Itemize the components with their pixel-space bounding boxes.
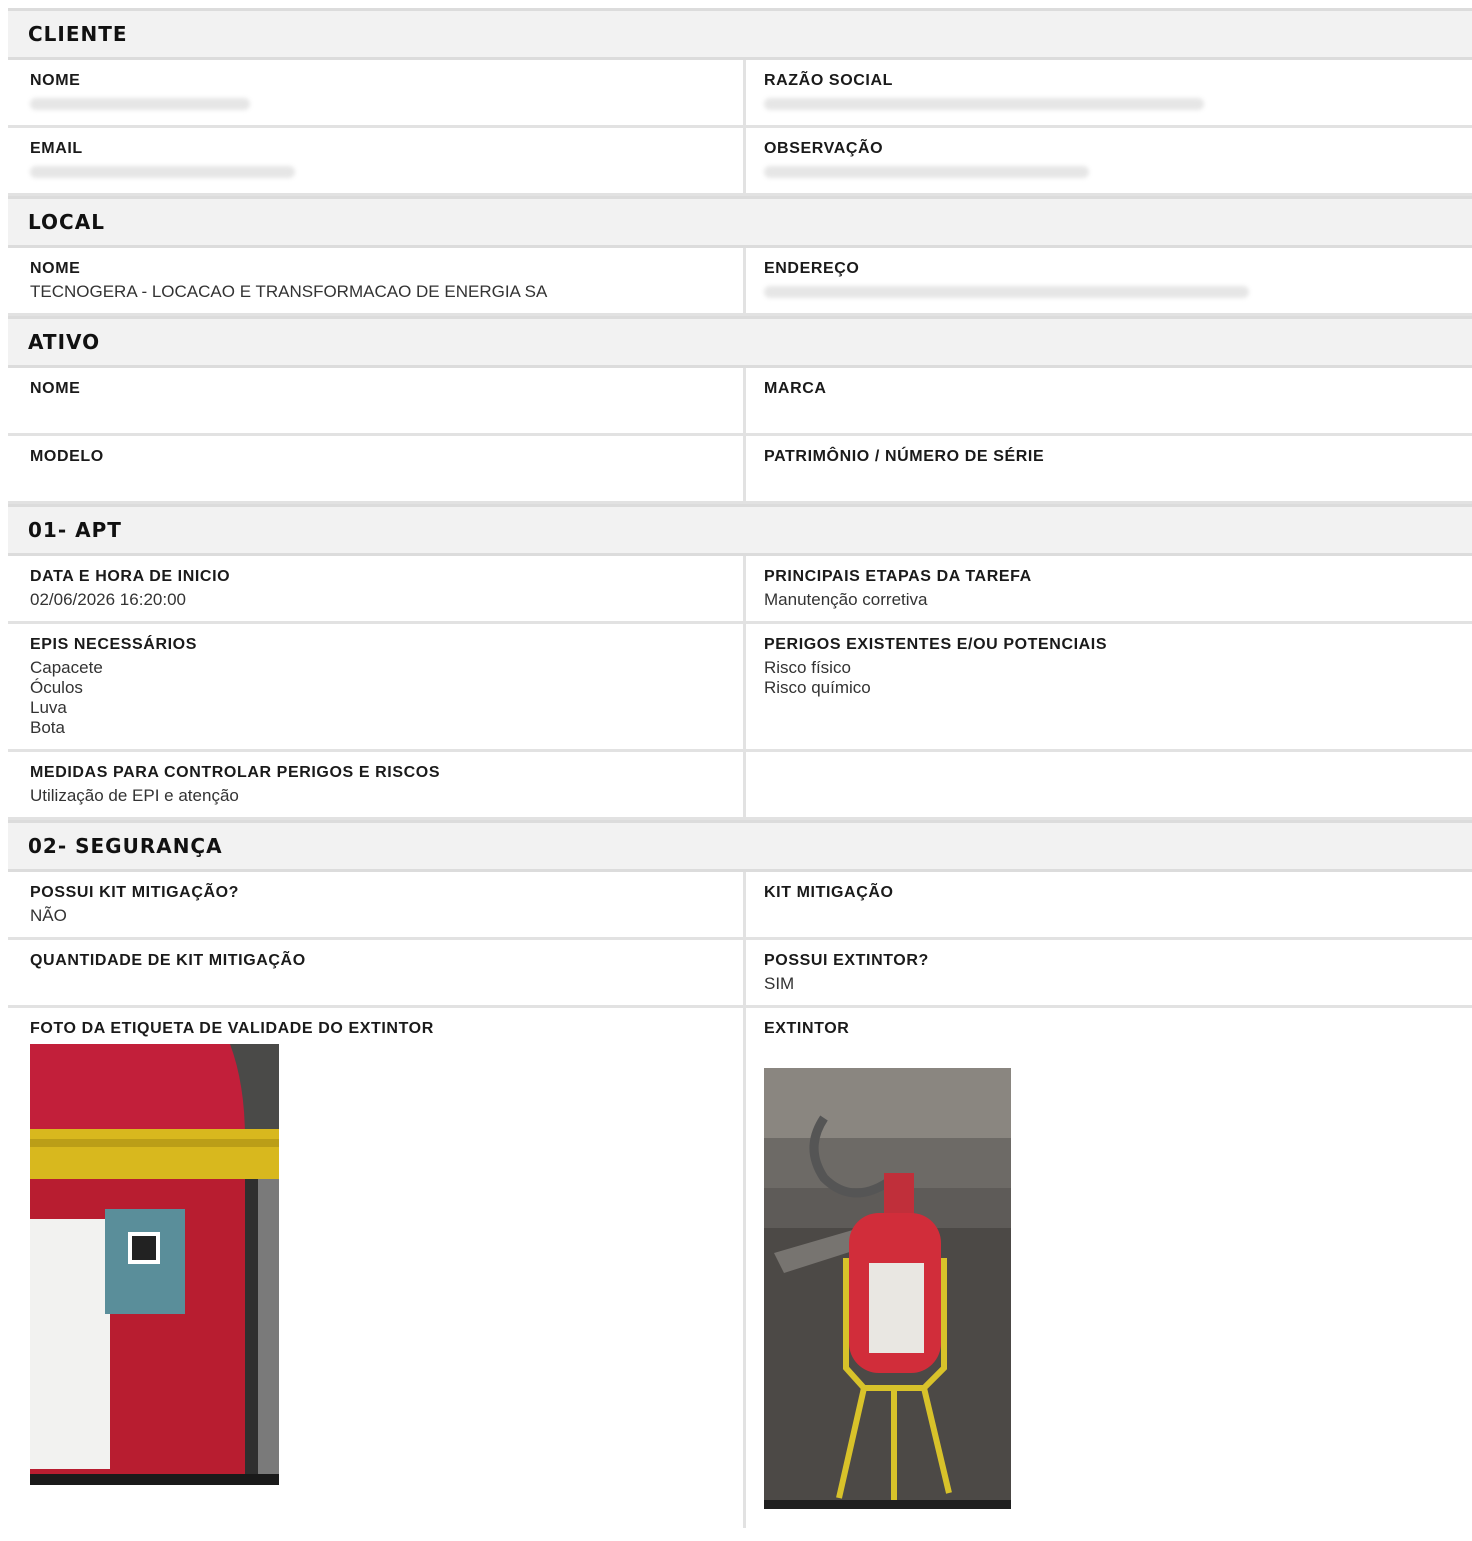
field-value: Utilização de EPI e atenção [30,786,239,805]
local-row-1: NOME TECNOGERA - LOCACAO E TRANSFORMACAO… [8,248,1472,316]
redacted-value [764,286,1249,298]
seguranca-row-1: POSSUI KIT MITIGAÇÃO? NÃO KIT MITIGAÇÃO [8,872,1472,940]
apt-data-cell: DATA E HORA DE INICIO 02/06/2026 16:20:0… [8,556,743,621]
field-label: DATA E HORA DE INICIO [30,568,231,585]
apt-epis-cell: EPIS NECESSÁRIOS Capacete Óculos Luva Bo… [8,624,743,749]
field-label: EXTINTOR [764,1020,850,1037]
ativo-nome-cell: NOME [8,368,743,433]
apt-etapas-cell: PRINCIPAIS ETAPAS DA TAREFA Manutenção c… [743,556,1472,621]
local-endereco-cell: ENDEREÇO [743,248,1472,313]
field-label: NOME [30,260,81,277]
section-seguranca-header: 02- SEGURANÇA [8,820,1472,872]
cliente-razao-cell: RAZÃO SOCIAL [743,60,1472,125]
seguranca-row-2: QUANTIDADE DE KIT MITIGAÇÃO POSSUI EXTIN… [8,940,1472,1008]
section-cliente-header: CLIENTE [8,8,1472,60]
field-value: TECNOGERA - LOCACAO E TRANSFORMACAO DE E… [30,282,548,301]
field-label: MODELO [30,448,104,465]
cliente-email-cell: EMAIL [8,128,743,193]
list-item: Bota [30,718,65,737]
field-value: Manutenção corretiva [764,590,928,609]
field-label: QUANTIDADE DE KIT MITIGAÇÃO [30,952,306,969]
field-label: EPIS NECESSÁRIOS [30,636,197,653]
list-item: Capacete [30,658,103,677]
section-title: CLIENTE [28,22,128,46]
apt-empty-cell [743,752,1472,817]
field-label: OBSERVAÇÃO [764,140,884,157]
cliente-obs-cell: OBSERVAÇÃO [743,128,1472,193]
section-local-header: LOCAL [8,196,1472,248]
possui-extintor-cell: POSSUI EXTINTOR? SIM [743,940,1472,1005]
apt-medidas-cell: MEDIDAS PARA CONTROLAR PERIGOS E RISCOS … [8,752,743,817]
qtd-kit-cell: QUANTIDADE DE KIT MITIGAÇÃO [8,940,743,1005]
apt-row-1: DATA E HORA DE INICIO 02/06/2026 16:20:0… [8,556,1472,624]
field-label: PRINCIPAIS ETAPAS DA TAREFA [764,568,1032,585]
photo-image [30,1044,279,1485]
list-item: Luva [30,698,67,717]
cliente-nome-cell: NOME [8,60,743,125]
field-label: ENDEREÇO [764,260,860,277]
extinguisher-photo[interactable] [764,1068,1450,1509]
apt-row-3: MEDIDAS PARA CONTROLAR PERIGOS E RISCOS … [8,752,1472,820]
ativo-patrimonio-cell: PATRIMÔNIO / NÚMERO DE SÉRIE [743,436,1472,501]
list-item: Risco físico [764,658,851,677]
field-label: FOTO DA ETIQUETA DE VALIDADE DO EXTINTOR [30,1020,434,1037]
field-label: MEDIDAS PARA CONTROLAR PERIGOS E RISCOS [30,764,441,781]
inspection-report: CLIENTE NOME RAZÃO SOCIAL EMAIL OBSERVAÇ… [8,8,1472,1528]
redacted-value [764,166,1089,178]
field-label: POSSUI KIT MITIGAÇÃO? [30,884,240,901]
seguranca-row-3: FOTO DA ETIQUETA DE VALIDADE DO EXTINTOR [8,1008,1472,1528]
redacted-value [764,98,1204,110]
photo-image [764,1068,1011,1509]
field-label: MARCA [764,380,827,397]
field-label: RAZÃO SOCIAL [764,72,893,89]
ativo-marca-cell: MARCA [743,368,1472,433]
epis-list: Capacete Óculos Luva Bota [30,658,721,738]
section-title: ATIVO [28,330,101,354]
ativo-modelo-cell: MODELO [8,436,743,501]
redacted-value [30,166,295,178]
cliente-row-1: NOME RAZÃO SOCIAL [8,60,1472,128]
foto-etiqueta-cell: FOTO DA ETIQUETA DE VALIDADE DO EXTINTOR [8,1008,743,1528]
section-title: LOCAL [28,210,105,234]
extinguisher-label-photo[interactable] [30,1044,721,1485]
perigos-list: Risco físico Risco químico [764,658,1450,698]
local-nome-cell: NOME TECNOGERA - LOCACAO E TRANSFORMACAO… [8,248,743,313]
field-label: PERIGOS EXISTENTES E/OU POTENCIAIS [764,636,1108,653]
field-value: 02/06/2026 16:20:00 [30,590,186,609]
field-label: POSSUI EXTINTOR? [764,952,929,969]
field-label: NOME [30,380,81,397]
apt-row-2: EPIS NECESSÁRIOS Capacete Óculos Luva Bo… [8,624,1472,752]
possui-kit-cell: POSSUI KIT MITIGAÇÃO? NÃO [8,872,743,937]
field-label: PATRIMÔNIO / NÚMERO DE SÉRIE [764,448,1045,465]
field-label: NOME [30,72,81,89]
field-value: NÃO [30,906,67,925]
section-apt-header: 01- APT [8,504,1472,556]
cliente-row-2: EMAIL OBSERVAÇÃO [8,128,1472,196]
ativo-row-2: MODELO PATRIMÔNIO / NÚMERO DE SÉRIE [8,436,1472,504]
field-label: KIT MITIGAÇÃO [764,884,894,901]
redacted-value [30,98,250,110]
apt-perigos-cell: PERIGOS EXISTENTES E/OU POTENCIAIS Risco… [743,624,1472,749]
ativo-row-1: NOME MARCA [8,368,1472,436]
kit-mitigacao-cell: KIT MITIGAÇÃO [743,872,1472,937]
list-item: Risco químico [764,678,871,697]
section-title: 01- APT [28,518,122,542]
field-label: EMAIL [30,140,83,157]
list-item: Óculos [30,678,83,697]
section-ativo-header: ATIVO [8,316,1472,368]
extintor-cell: EXTINTOR [743,1008,1472,1528]
field-value: SIM [764,974,795,993]
section-title: 02- SEGURANÇA [28,834,223,858]
